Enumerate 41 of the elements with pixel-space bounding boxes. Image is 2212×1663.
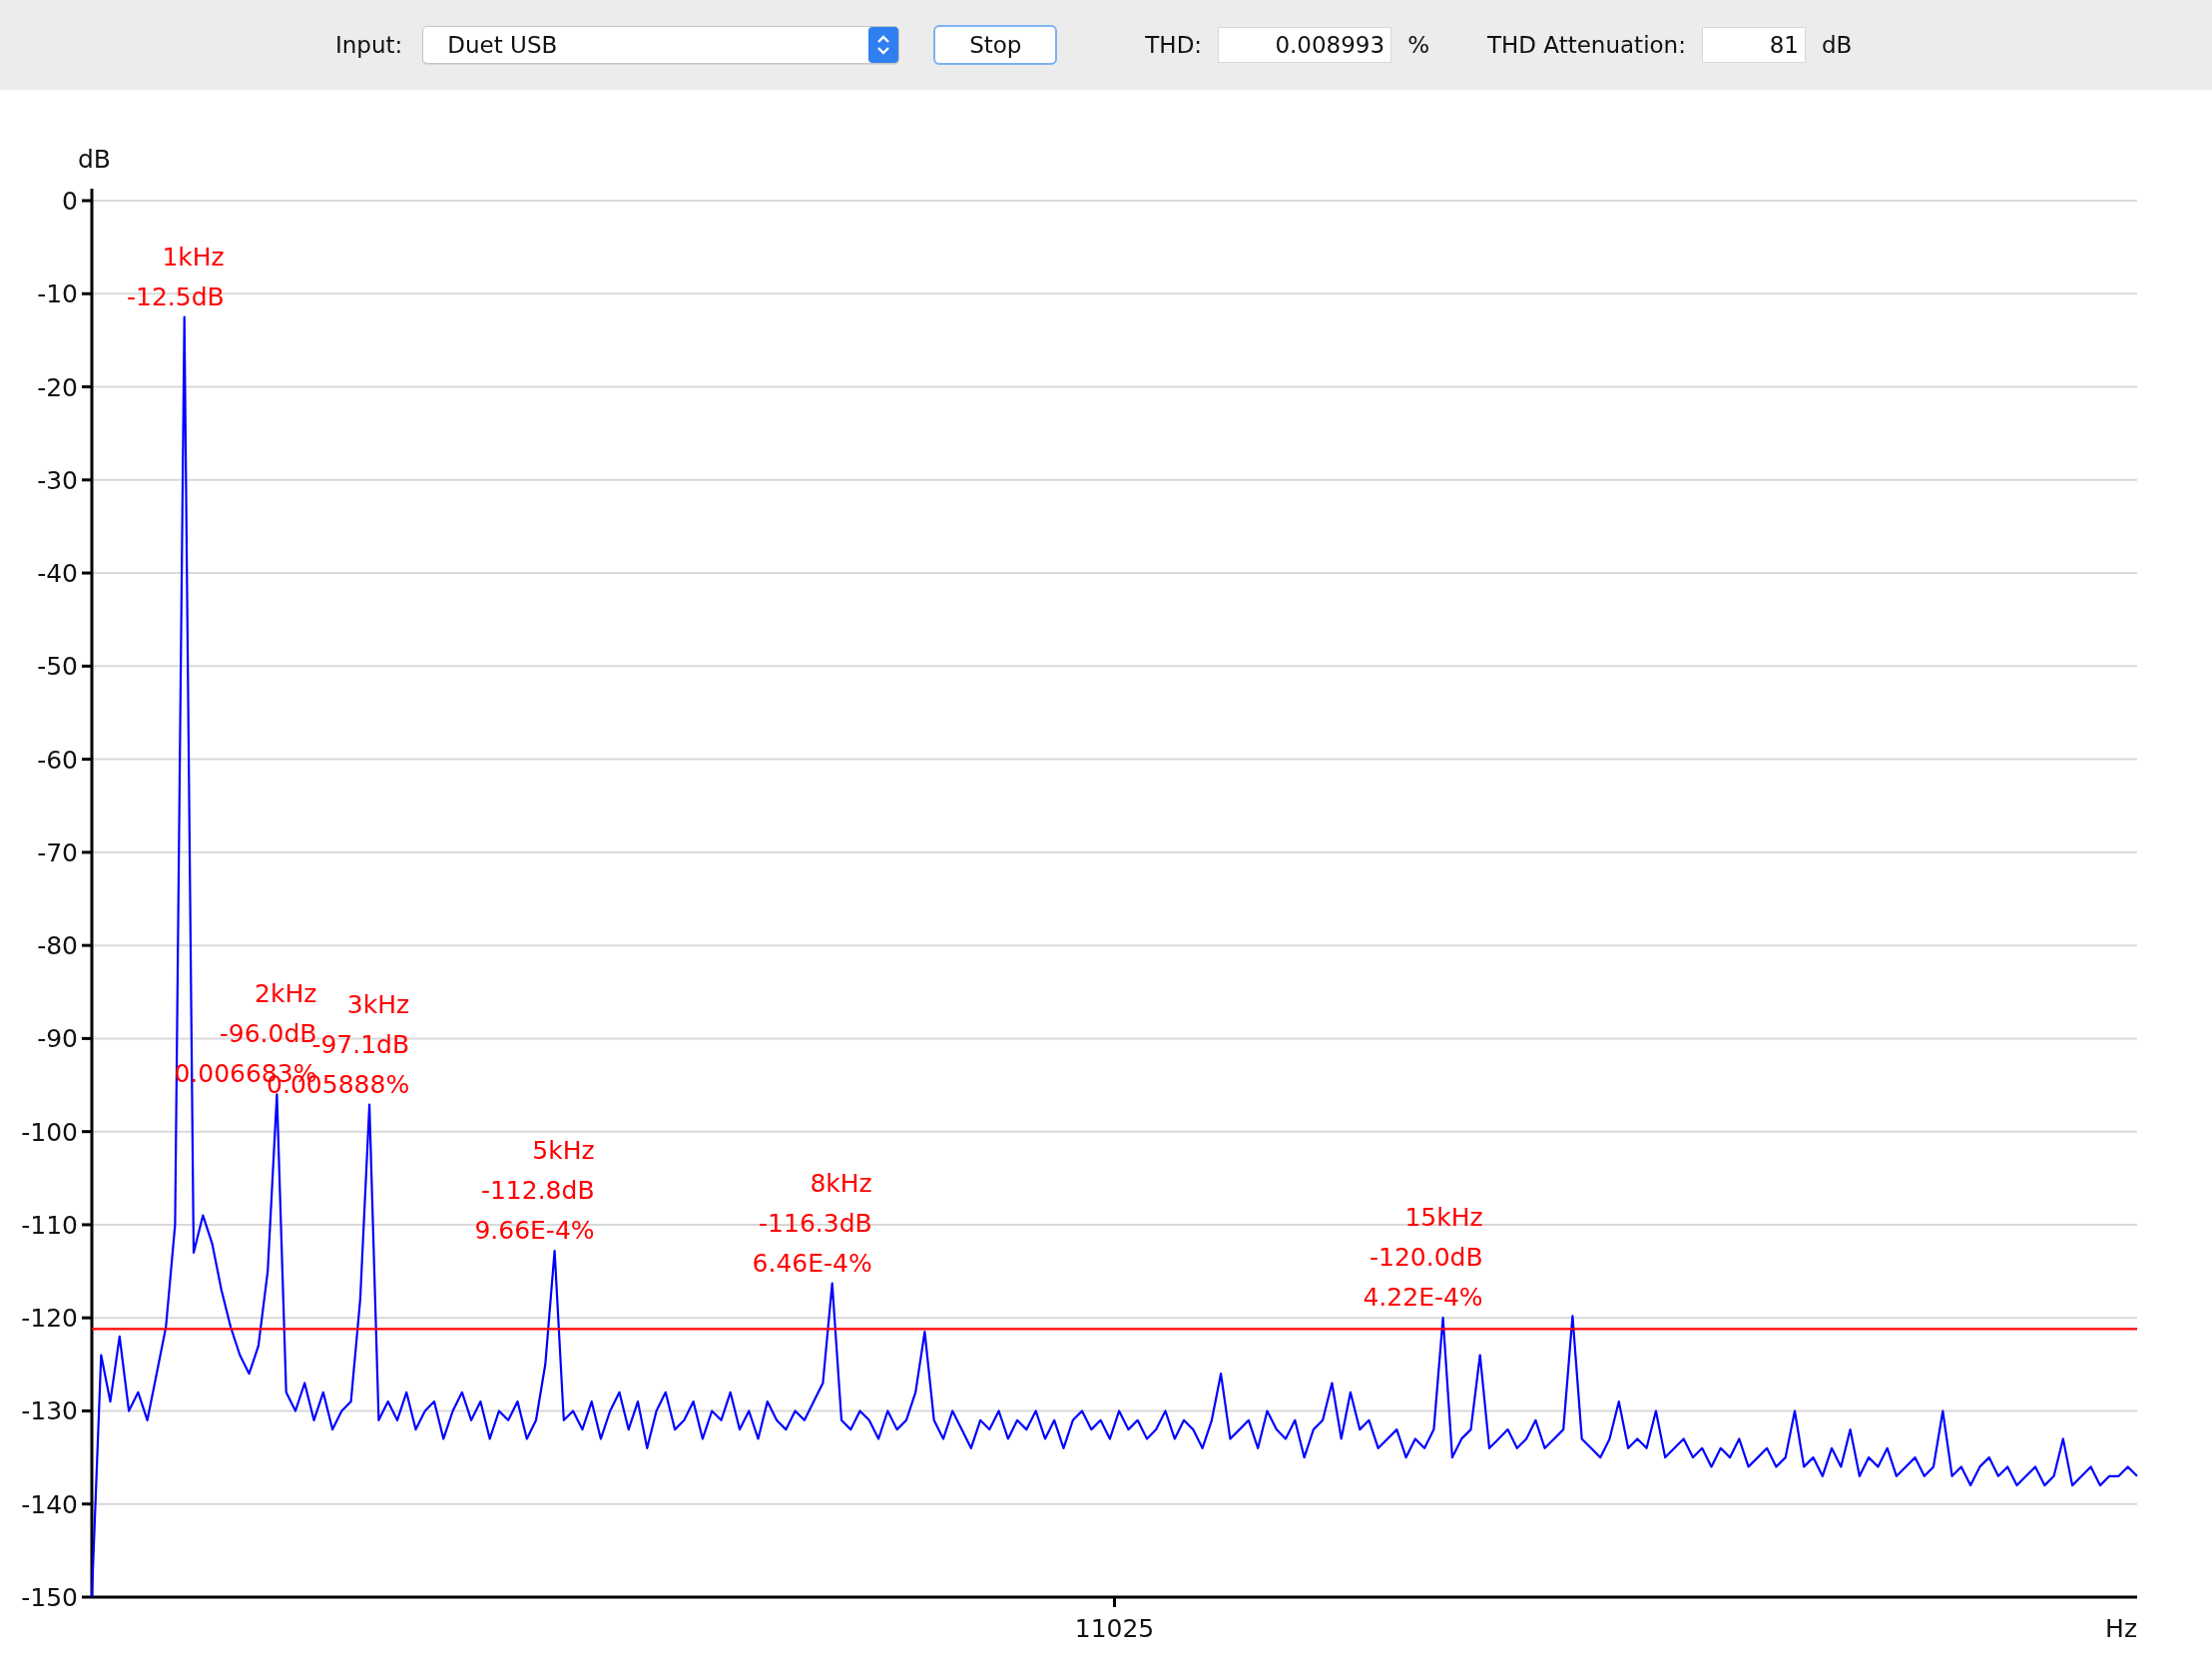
y-tick-label: -140 — [21, 1489, 78, 1519]
y-tick-label: -50 — [37, 652, 78, 682]
peak-label: 15kHz — [1404, 1203, 1483, 1233]
peak-label: 4.22E-4% — [1363, 1283, 1483, 1313]
y-tick-label: -80 — [37, 931, 78, 961]
peak-label: 5kHz — [532, 1136, 595, 1166]
y-tick-label: -30 — [37, 465, 78, 495]
peak-label: 1kHz — [162, 242, 225, 272]
attenuation-unit: dB — [1821, 32, 1853, 58]
peak-label: 3kHz — [346, 989, 410, 1019]
y-tick-label: -120 — [21, 1304, 78, 1334]
y-tick-label: -130 — [21, 1396, 78, 1426]
y-tick-label: -20 — [37, 372, 78, 402]
y-tick-label: -70 — [37, 837, 78, 867]
thd-label: THD: — [1145, 32, 1203, 58]
attenuation-field[interactable]: 81 — [1701, 27, 1806, 63]
peak-label: 6.46E-4% — [752, 1248, 872, 1278]
y-tick-label: 0 — [62, 187, 78, 216]
peak-label: 2kHz — [255, 979, 317, 1009]
y-tick-label: -40 — [37, 559, 78, 589]
y-axis-unit: dB — [78, 145, 112, 174]
y-tick-label: -10 — [37, 279, 78, 309]
x-axis-unit: Hz — [2105, 1614, 2137, 1643]
x-tick-label: 11025 — [1074, 1614, 1155, 1643]
peak-label: -120.0dB — [1370, 1243, 1483, 1273]
peak-label: -116.3dB — [759, 1208, 872, 1238]
y-tick-label: -110 — [21, 1210, 78, 1240]
y-tick-label: -150 — [21, 1583, 78, 1612]
stop-button[interactable]: Stop — [933, 25, 1058, 65]
thd-field[interactable]: 0.008993 — [1218, 27, 1392, 63]
y-tick-label: -60 — [37, 745, 78, 775]
thd-unit: % — [1407, 32, 1429, 58]
peak-label: -12.5dB — [127, 281, 225, 311]
attenuation-label: THD Attenuation: — [1487, 32, 1686, 58]
y-tick-label: -90 — [37, 1024, 78, 1054]
input-label: Input: — [335, 32, 403, 58]
peak-label: 9.66E-4% — [474, 1216, 595, 1246]
input-dropdown[interactable]: Duet USB — [422, 26, 900, 64]
peak-label: 8kHz — [810, 1168, 872, 1198]
y-tick-label: -100 — [21, 1117, 78, 1147]
peak-label: -112.8dB — [480, 1176, 595, 1206]
